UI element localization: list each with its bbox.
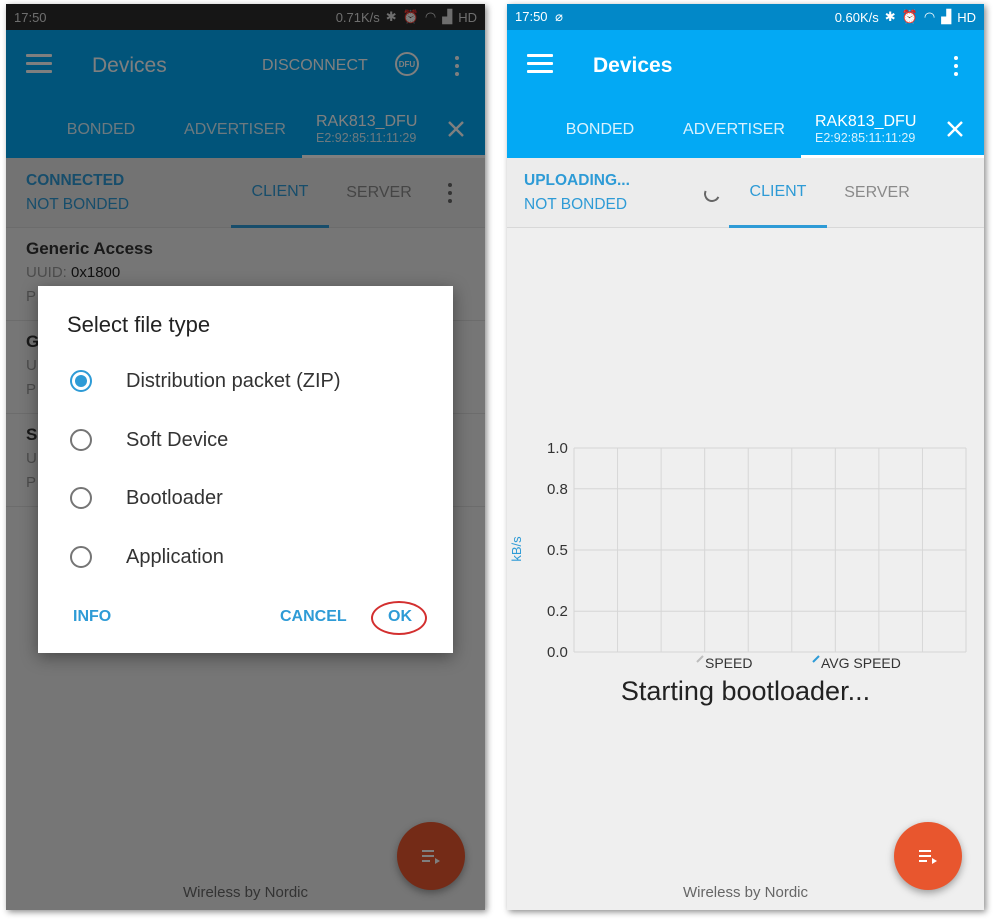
cancel-button[interactable]: CANCEL (280, 608, 347, 626)
tab-bonded[interactable]: BONDED (545, 102, 655, 158)
chart-y-ticks: 1.0 0.8 0.5 0.2 0.0 (547, 440, 568, 661)
wifi-icon: ◠ (923, 9, 936, 24)
y-tick-label: 0.8 (547, 481, 568, 498)
network-type: HD (957, 9, 976, 25)
status-time: 17:50 (515, 9, 548, 24)
chart-y-axis-label: kB/s (509, 536, 524, 562)
left-screenshot: 17:50 0.71K/s ✱ ⏰ ◠ ▟ HD Devices DISCONN… (6, 4, 485, 910)
more-options-icon[interactable] (951, 54, 961, 78)
network-speed: 0.60K/s (834, 9, 879, 25)
y-tick-label: 0.5 (547, 542, 568, 559)
tab-advertiser[interactable]: ADVERTISER (675, 102, 793, 158)
select-file-type-dialog: Select file type Distribution packet (ZI… (38, 286, 453, 653)
device-mac: E2:92:85:11:11:29 (815, 130, 916, 145)
loading-spinner-icon (701, 183, 723, 205)
ok-highlight-circle (371, 601, 427, 635)
right-screenshot: 17:50 ⌀ 0.60K/s ✱ ⏰ ◠ ▟ HD Devices BONDE… (507, 4, 984, 910)
connection-state: UPLOADING... (524, 172, 630, 189)
option-soft-device[interactable]: Soft Device (38, 412, 453, 468)
y-tick-label: 0.0 (547, 644, 568, 661)
y-tick-label: 1.0 (547, 440, 568, 457)
close-icon[interactable] (944, 118, 966, 140)
tab-server[interactable]: SERVER (830, 158, 924, 228)
signal-icon: ▟ (941, 9, 952, 24)
option-label: Bootloader (126, 486, 223, 509)
app-title: Devices (593, 54, 673, 77)
radio-unselected[interactable] (70, 546, 92, 568)
tab-client[interactable]: CLIENT (729, 158, 827, 228)
log-fab-button[interactable] (894, 822, 962, 890)
app-bar: Devices BONDED ADVERTISER RAK813_DFU E2:… (507, 30, 984, 158)
radio-unselected[interactable] (70, 487, 92, 509)
option-application[interactable]: Application (38, 529, 453, 585)
device-tabs: BONDED ADVERTISER RAK813_DFU E2:92:85:11… (507, 102, 984, 158)
radio-unselected[interactable] (70, 429, 92, 451)
status-bar: 17:50 ⌀ 0.60K/s ✱ ⏰ ◠ ▟ HD (507, 4, 984, 30)
legend-swatch (812, 655, 820, 663)
log-list-icon (919, 850, 937, 864)
chart-legend: SPEED AVG SPEED (696, 655, 901, 671)
option-label: Soft Device (126, 428, 229, 451)
option-distribution-packet[interactable]: Distribution packet (ZIP) (38, 353, 453, 409)
chart-grid (573, 447, 967, 653)
menu-icon[interactable] (527, 54, 553, 74)
connection-bar: UPLOADING... NOT BONDED CLIENT SERVER (507, 158, 984, 228)
dfu-status-message: Starting bootloader... (620, 676, 871, 706)
option-label: Distribution packet (ZIP) (126, 369, 341, 392)
bluetooth-icon: ✱ (884, 9, 896, 24)
y-tick-label: 0.2 (547, 603, 568, 620)
option-label: Application (126, 545, 224, 568)
alarm-icon: ⏰ (901, 9, 918, 24)
bond-state: NOT BONDED (524, 196, 628, 213)
speed-chart: 1.0 0.8 0.5 0.2 0.0 kB/s SPEED AVG SPEED (509, 440, 967, 671)
device-name: RAK813_DFU (815, 112, 917, 130)
legend-label: AVG SPEED (821, 655, 901, 671)
legend-swatch (696, 655, 704, 663)
radio-selected[interactable] (70, 370, 92, 392)
dialog-title: Select file type (67, 312, 211, 337)
info-button[interactable]: INFO (73, 608, 111, 626)
sync-icon: ⌀ (555, 9, 563, 24)
option-bootloader[interactable]: Bootloader (38, 470, 453, 526)
legend-label: SPEED (705, 655, 752, 671)
